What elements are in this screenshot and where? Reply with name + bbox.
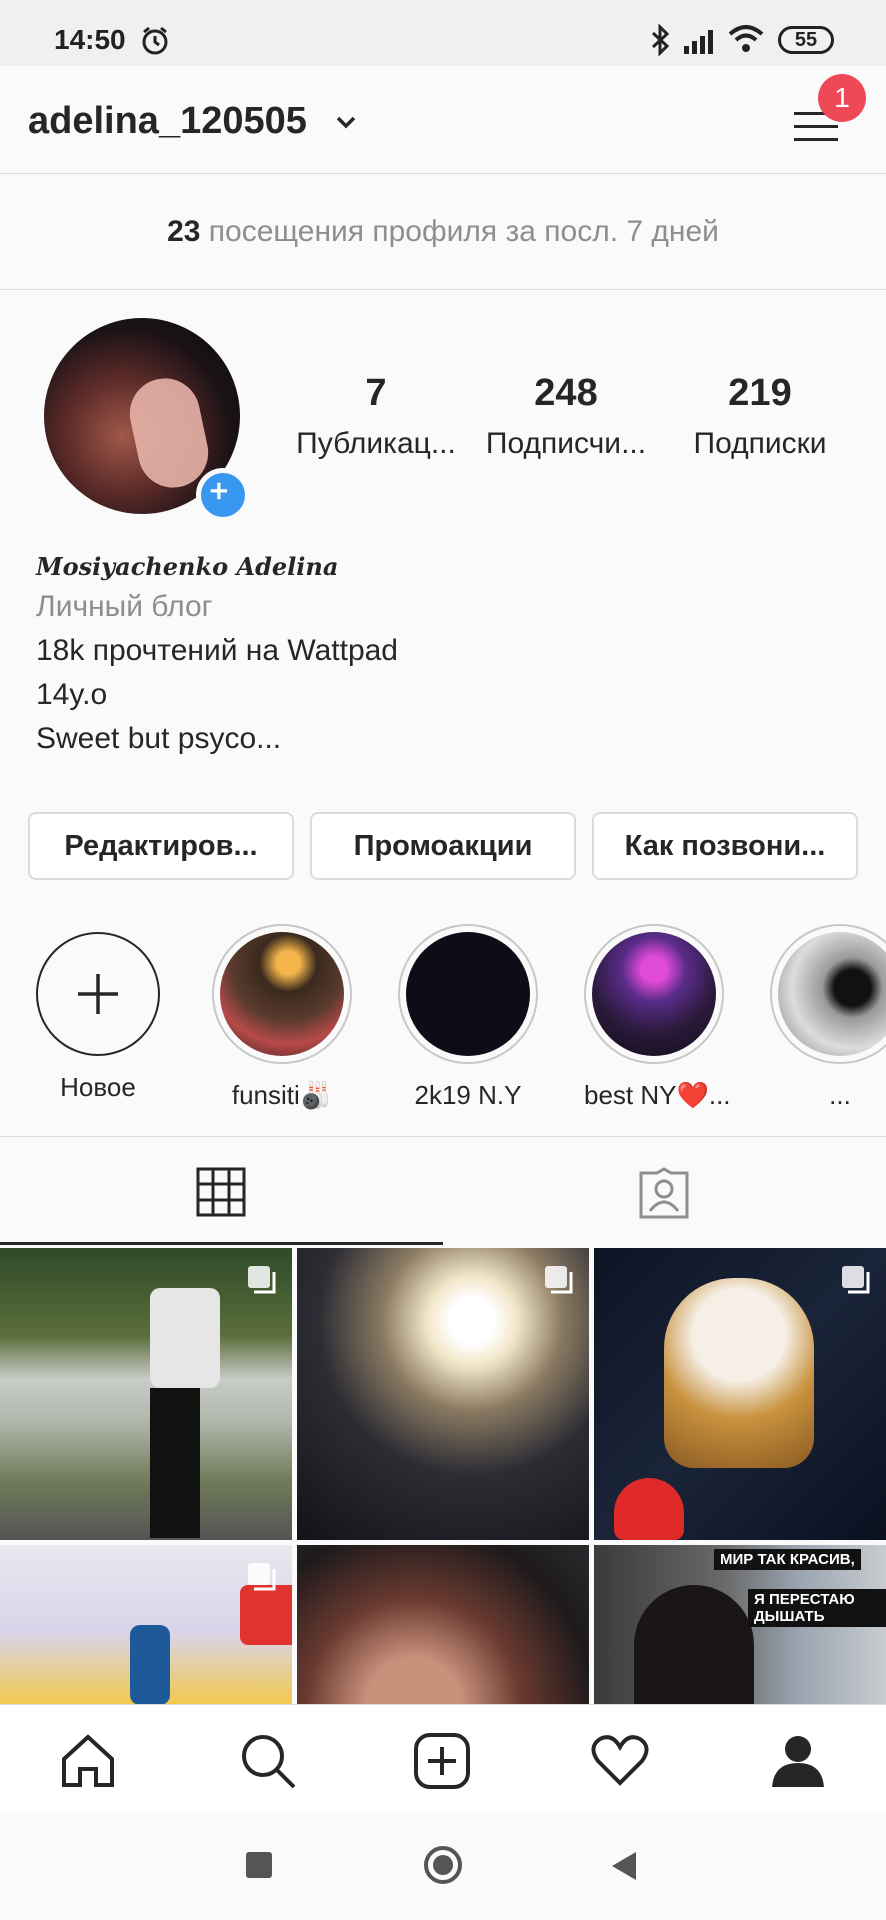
plus-icon <box>78 974 118 1014</box>
heart-icon[interactable] <box>590 1731 650 1791</box>
visits-text: посещения профиля за посл. 7 дней <box>208 215 719 248</box>
highlight-label: Новое <box>60 1072 136 1102</box>
system-nav-bar <box>0 1812 886 1920</box>
post-thumbnail[interactable] <box>594 1248 886 1540</box>
highlight-best-ny[interactable]: best NY❤️... <box>584 924 731 1111</box>
profile-icon[interactable] <box>768 1731 828 1791</box>
highlight-label: 2k19 N.Y <box>414 1080 522 1110</box>
visits-count: 23 <box>167 215 201 248</box>
home-button[interactable] <box>424 1846 462 1884</box>
stat-followers-label: Подписчи... <box>485 427 647 460</box>
username-switcher[interactable]: adelina_120505 <box>28 100 307 143</box>
profile-header: adelina_120505 1 <box>0 66 886 174</box>
bluetooth-icon <box>651 24 670 56</box>
wifi-icon <box>728 25 764 52</box>
post-thumbnail[interactable] <box>297 1545 589 1704</box>
tab-tagged[interactable] <box>443 1137 886 1245</box>
multiple-photos-icon <box>842 1266 870 1294</box>
multiple-photos-icon <box>248 1266 276 1294</box>
bio-category: Личный блог <box>36 590 213 623</box>
notification-badge: 1 <box>818 74 866 122</box>
back-button[interactable] <box>610 1850 638 1882</box>
post-thumbnail[interactable] <box>0 1248 292 1540</box>
post-thumbnail[interactable]: МИР ТАК КРАСИВ, Я ПЕРЕСТАЮ ДЫШАТЬ <box>594 1545 886 1704</box>
stat-following-label: Подписки <box>693 427 827 460</box>
recents-button[interactable] <box>246 1852 272 1878</box>
add-post-icon[interactable] <box>412 1731 472 1791</box>
alarm-icon <box>142 26 168 55</box>
stat-posts-value: 7 <box>365 372 387 414</box>
highlight-more[interactable]: ... <box>770 924 886 1111</box>
status-bar: 14:50 55 <box>0 0 886 66</box>
bio-line-2: 14y.o <box>36 678 108 711</box>
stat-following-value: 219 <box>728 372 792 414</box>
highlight-label: ... <box>829 1080 851 1110</box>
promotions-button[interactable]: Промоакции <box>310 812 576 880</box>
highlight-2k19[interactable]: 2k19 N.Y <box>398 924 538 1111</box>
search-icon[interactable] <box>238 1731 298 1791</box>
multiple-photos-icon <box>545 1266 573 1294</box>
posts-grid: МИР ТАК КРАСИВ, Я ПЕРЕСТАЮ ДЫШАТЬ <box>0 1248 886 1704</box>
post-thumbnail[interactable] <box>297 1248 589 1540</box>
stat-following[interactable]: 219 Подписки <box>660 372 860 461</box>
stat-followers[interactable]: 248 Подписчи... <box>466 372 666 461</box>
grid-icon <box>196 1167 246 1217</box>
stat-posts-label: Публикац... <box>296 427 456 460</box>
add-story-plus-icon[interactable] <box>196 468 250 522</box>
bottom-nav <box>0 1704 886 1812</box>
battery-icon: 55 <box>778 26 834 54</box>
post-caption-line-1: МИР ТАК КРАСИВ, <box>714 1549 861 1570</box>
highlight-label: best NY❤️... <box>584 1080 731 1110</box>
stat-posts[interactable]: 7 Публикац... <box>276 372 476 461</box>
stat-followers-value: 248 <box>534 372 598 414</box>
highlight-label: funsiti🎳 <box>231 1080 333 1110</box>
highlight-new[interactable]: Новое <box>28 924 168 1103</box>
post-caption-line-2: Я ПЕРЕСТАЮ ДЫШАТЬ <box>748 1589 886 1627</box>
status-time: 14:50 <box>54 24 126 55</box>
contact-button[interactable]: Как позвони... <box>592 812 858 880</box>
chevron-down-icon[interactable] <box>336 116 356 130</box>
tab-posts-grid[interactable] <box>0 1137 443 1245</box>
bio-line-3: Sweet but psyco... <box>36 722 282 755</box>
full-name: Mosiyachenko Adelina <box>36 552 339 581</box>
edit-profile-button[interactable]: Редактиров... <box>28 812 294 880</box>
home-icon[interactable] <box>58 1731 118 1791</box>
profile-visits-banner[interactable]: 23 посещения профиля за посл. 7 дней <box>0 174 886 290</box>
tagged-icon <box>639 1167 689 1219</box>
bio-line-1: 18k прочтений на Wattpad <box>36 634 398 667</box>
multiple-photos-icon <box>248 1563 276 1591</box>
signal-icon <box>684 30 713 54</box>
post-thumbnail[interactable] <box>0 1545 292 1704</box>
battery-level: 55 <box>794 29 818 51</box>
highlight-funsiti[interactable]: funsiti🎳 <box>212 924 352 1111</box>
profile-tabs <box>0 1136 886 1245</box>
